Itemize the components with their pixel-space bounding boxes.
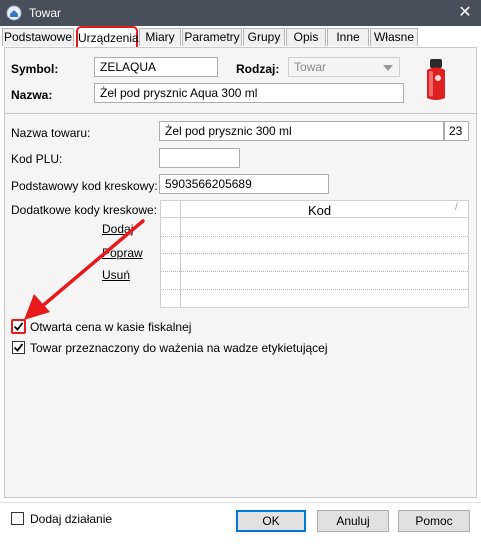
checkmark-icon — [13, 343, 24, 352]
tab-podstawowe[interactable]: Podstawowe — [2, 28, 74, 46]
tab-grupy[interactable]: Grupy — [243, 28, 285, 46]
tab-wlasne[interactable]: Własne — [370, 28, 418, 46]
nazwa-field[interactable]: Żel pod prysznic Aqua 300 ml — [94, 83, 404, 103]
symbol-field[interactable]: ZELAQUA — [94, 57, 218, 77]
grid-row-line — [161, 253, 468, 254]
app-icon — [6, 5, 22, 21]
rodzaj-select[interactable]: Towar — [288, 57, 400, 77]
dodaj-dzialanie-checkbox[interactable] — [11, 512, 24, 525]
pomoc-button[interactable]: Pomoc — [398, 510, 470, 532]
wazenie-checkbox[interactable] — [12, 341, 25, 354]
grid-row-line — [161, 289, 468, 290]
tab-opis[interactable]: Opis — [286, 28, 326, 46]
symbol-label: Symbol: — [11, 62, 59, 76]
kod-kreskowy-field[interactable]: 5903566205689 — [159, 174, 329, 194]
tab-parametry[interactable]: Parametry — [182, 28, 242, 46]
grid-indicator-column — [180, 201, 181, 307]
nazwa-towaru-counter: 23 — [444, 121, 469, 141]
chevron-down-icon — [383, 65, 393, 71]
tab-inne[interactable]: Inne — [327, 28, 369, 46]
rodzaj-label: Rodzaj: — [236, 62, 280, 76]
sort-icon: / — [455, 202, 458, 213]
anuluj-button[interactable]: Anuluj — [317, 510, 389, 532]
footer-divider — [0, 502, 481, 503]
tab-miary[interactable]: Miary — [139, 28, 181, 46]
window-title: Towar — [29, 6, 62, 20]
close-icon[interactable]: ✕ — [452, 2, 478, 24]
kod-plu-label: Kod PLU: — [11, 152, 63, 166]
nazwa-label: Nazwa: — [11, 88, 53, 102]
section-divider — [5, 113, 476, 114]
dodatkowe-kody-label: Dodatkowe kody kreskowe: — [11, 203, 158, 217]
nazwa-towaru-field[interactable]: Żel pod prysznic 300 ml — [159, 121, 444, 141]
ok-button[interactable]: OK — [236, 510, 306, 532]
annotation-arrow-icon — [24, 219, 145, 320]
kod-plu-field[interactable] — [159, 148, 240, 168]
kod-kreskowy-label: Podstawowy kod kreskowy: — [11, 179, 158, 193]
grid-row-line — [161, 236, 468, 237]
product-image — [418, 56, 454, 104]
grid-row-line — [161, 271, 468, 272]
wazenie-label[interactable]: Towar przeznaczony do ważenia na wadze e… — [30, 341, 328, 355]
dodaj-dzialanie-label[interactable]: Dodaj działanie — [30, 512, 112, 526]
tab-urzadzenia[interactable]: Urządzenia — [76, 26, 139, 48]
rodzaj-value: Towar — [294, 60, 327, 74]
grid-column-kod[interactable]: Kod — [308, 203, 331, 218]
title-bar: Towar ✕ — [0, 0, 481, 26]
nazwa-towaru-label: Nazwa towaru: — [11, 126, 91, 140]
